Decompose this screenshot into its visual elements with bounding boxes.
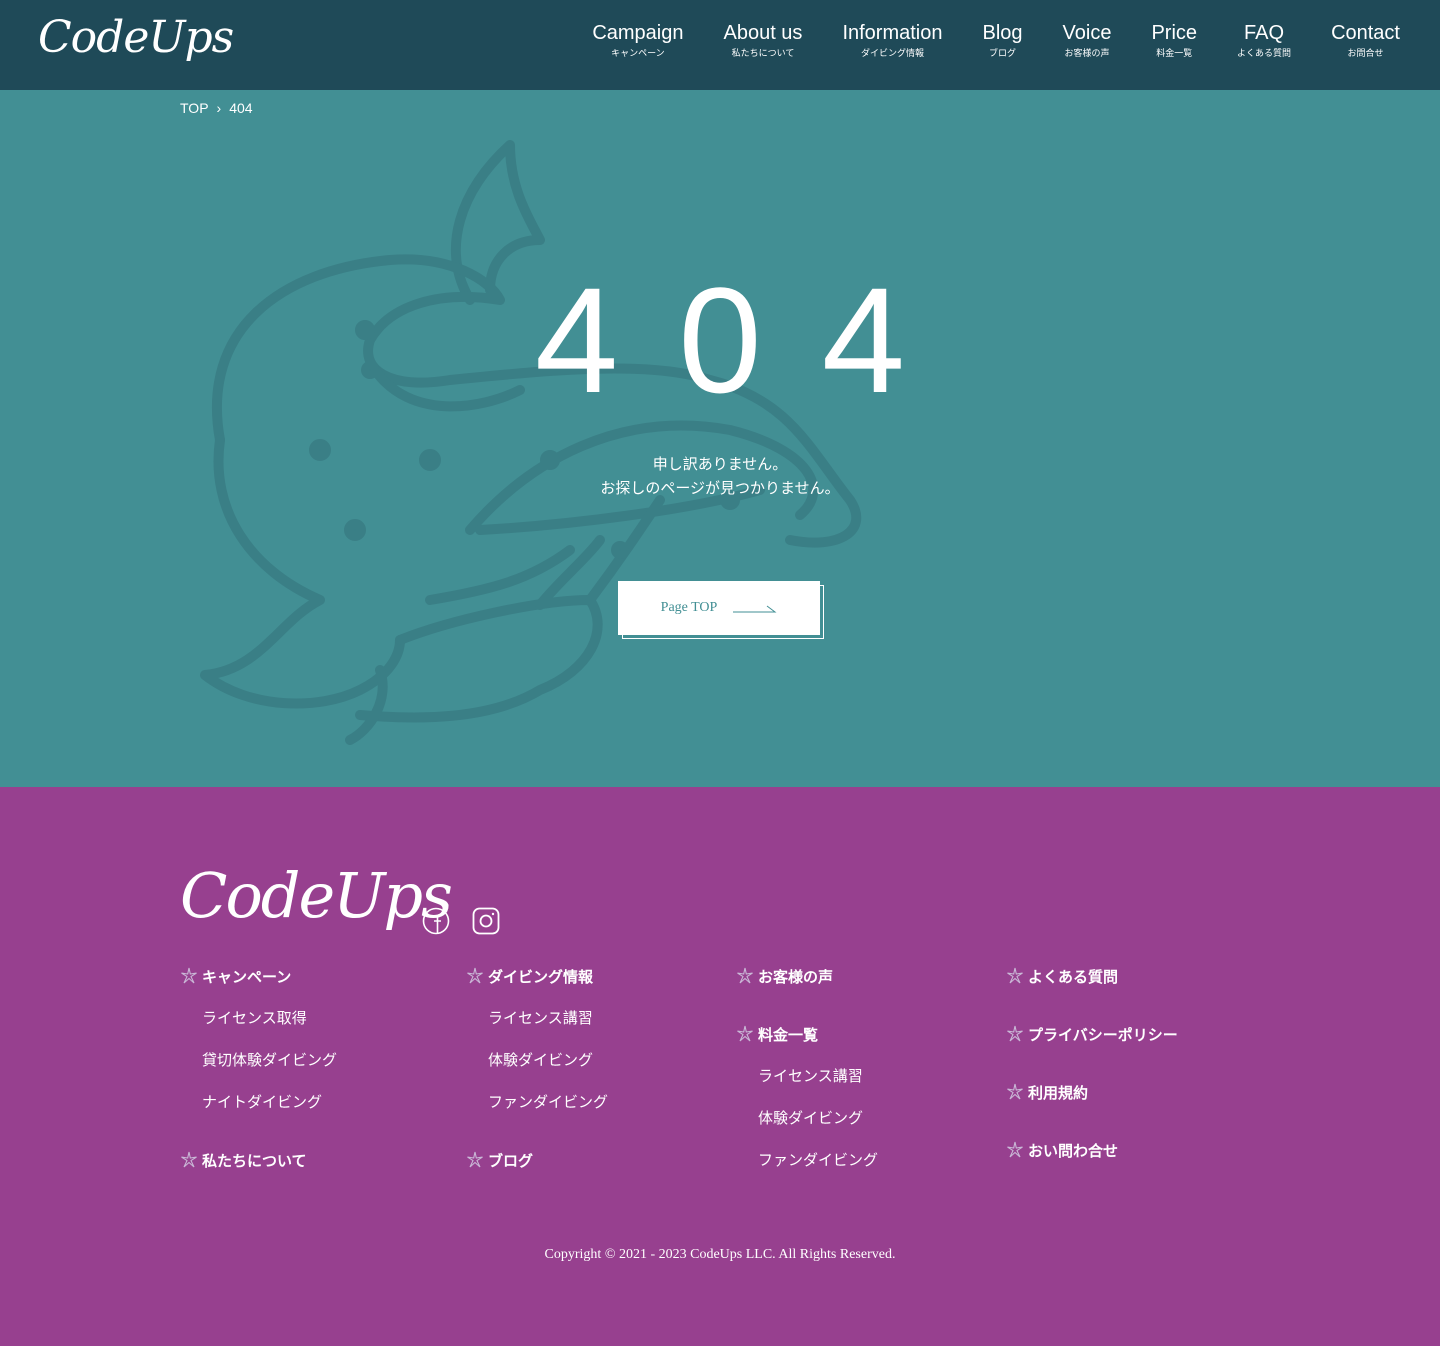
breadcrumb: TOP › 404	[180, 100, 253, 116]
footer-heading: 私たちについて	[202, 1151, 307, 1170]
nav-label-ja: お問合せ	[1347, 49, 1384, 59]
footer-link-voice[interactable]: お客様の声	[736, 965, 878, 987]
footer-heading: プライバシーポリシー	[1028, 1025, 1178, 1044]
footer-heading: 料金一覧	[758, 1025, 819, 1044]
footer-sublink[interactable]: 貸切体験ダイビング	[180, 1049, 337, 1071]
footer-link-about[interactable]: 私たちについて	[180, 1149, 337, 1171]
starfish-icon	[181, 1151, 197, 1168]
footer-link-terms[interactable]: 利用規約	[1006, 1081, 1178, 1103]
starfish-icon	[1007, 1083, 1023, 1100]
error-message-line1: 申し訳ありません。	[652, 455, 788, 473]
nav-label-ja: キャンペーン	[611, 49, 665, 59]
whale-illustration	[200, 140, 862, 745]
starfish-icon	[737, 1025, 753, 1042]
site-footer: CodeUps キャンペーン ライセンス取得 貸切体験ダイビング ナイトダイビン…	[0, 787, 1440, 1346]
footer-sublink[interactable]: ファンダイビング	[466, 1091, 608, 1113]
page-top-button[interactable]: Page TOP	[618, 581, 820, 635]
footer-link-faq[interactable]: よくある質問	[1006, 965, 1178, 987]
footer-heading: ブログ	[488, 1151, 534, 1170]
nav-label-ja: 料金一覧	[1156, 49, 1193, 59]
footer-heading: ダイビング情報	[488, 967, 594, 986]
breadcrumb-separator: ›	[216, 100, 222, 116]
footer-col-3: お客様の声 料金一覧 ライセンス講習 体験ダイビング ファンダイビング	[736, 965, 878, 1191]
nav-label-ja: お客様の声	[1064, 49, 1110, 59]
nav-label-en: Blog	[982, 22, 1023, 44]
nav-label-en: Contact	[1331, 22, 1400, 44]
nav-label-ja: ダイビング情報	[860, 49, 924, 59]
footer-col-2: ダイビング情報 ライセンス講習 体験ダイビング ファンダイビング ブログ	[466, 965, 608, 1191]
footer-link-campaign[interactable]: キャンペーン	[180, 965, 337, 987]
nav-label-en: Information	[842, 22, 943, 44]
footer-sublink[interactable]: ナイトダイビング	[180, 1091, 337, 1113]
site-header: CodeUps Campaign キャンペーン About us 私たちについて…	[0, 0, 1440, 90]
sns-links	[422, 907, 500, 935]
page-top-button-wrap: Page TOP	[618, 581, 824, 639]
nav-item-campaign[interactable]: Campaign キャンペーン	[572, 20, 703, 62]
starfish-icon	[181, 967, 197, 984]
starfish-icon	[737, 967, 753, 984]
nav-item-about[interactable]: About us 私たちについて	[703, 20, 822, 62]
nav-label-en: About us	[723, 22, 803, 44]
instagram-icon[interactable]	[472, 907, 500, 935]
global-nav: Campaign キャンペーン About us 私たちについて Informa…	[572, 20, 1400, 62]
footer-sublink[interactable]: 体験ダイビング	[736, 1107, 878, 1129]
nav-label-en: FAQ	[1244, 22, 1285, 44]
starfish-icon	[1007, 1141, 1023, 1158]
nav-label-en: Price	[1151, 22, 1198, 44]
footer-heading: 利用規約	[1028, 1083, 1089, 1102]
breadcrumb-current: 404	[229, 100, 253, 116]
nav-label-ja: 私たちについて	[731, 49, 795, 59]
starfish-icon	[1007, 1025, 1023, 1042]
starfish-icon	[1007, 967, 1023, 984]
footer-heading: キャンペーン	[202, 967, 292, 986]
page-top-button-label: Page TOP	[660, 600, 718, 615]
breadcrumb-home[interactable]: TOP	[180, 100, 209, 116]
nav-label-ja: よくある質問	[1237, 49, 1292, 59]
nav-label-en: Voice	[1062, 22, 1112, 44]
footer-col-4: よくある質問 プライバシーポリシー 利用規約 おい問わ合せ	[1006, 965, 1178, 1181]
nav-item-voice[interactable]: Voice お客様の声	[1043, 20, 1132, 62]
footer-link-contact[interactable]: おい問わ合せ	[1006, 1139, 1178, 1161]
arrow-right-icon	[733, 605, 777, 613]
nav-item-price[interactable]: Price 料金一覧	[1131, 20, 1217, 62]
footer-sublink[interactable]: ファンダイビング	[736, 1149, 878, 1171]
footer-sublink[interactable]: ライセンス講習	[466, 1007, 608, 1029]
nav-item-contact[interactable]: Contact お問合せ	[1311, 20, 1400, 62]
error-message-line2: お探しのページが見つかりません。	[600, 479, 840, 497]
footer-logo[interactable]: CodeUps	[180, 859, 453, 932]
footer-link-privacy[interactable]: プライバシーポリシー	[1006, 1023, 1178, 1045]
footer-link-price[interactable]: 料金一覧	[736, 1023, 878, 1045]
nav-item-faq[interactable]: FAQ よくある質問	[1217, 20, 1311, 62]
nav-label-ja: ブログ	[989, 49, 1017, 59]
footer-col-1: キャンペーン ライセンス取得 貸切体験ダイビング ナイトダイビング 私たちについ…	[180, 965, 337, 1191]
facebook-icon[interactable]	[422, 907, 450, 935]
footer-sublink[interactable]: 体験ダイビング	[466, 1049, 608, 1071]
starfish-icon	[467, 1151, 483, 1168]
nav-item-blog[interactable]: Blog ブログ	[963, 20, 1043, 62]
footer-heading: お客様の声	[758, 967, 834, 986]
footer-link-information[interactable]: ダイビング情報	[466, 965, 608, 987]
nav-item-information[interactable]: Information ダイビング情報	[822, 20, 962, 62]
starfish-icon	[467, 967, 483, 984]
footer-sublink[interactable]: ライセンス講習	[736, 1065, 878, 1087]
error-message: 申し訳ありません。 お探しのページが見つかりません。	[0, 452, 1440, 500]
footer-heading: よくある質問	[1028, 967, 1119, 986]
nav-label-en: Campaign	[592, 22, 684, 44]
site-logo[interactable]: CodeUps	[38, 12, 234, 63]
footer-sublink[interactable]: ライセンス取得	[180, 1007, 337, 1029]
error-code: 404	[534, 256, 966, 424]
footer-heading: おい問わ合せ	[1028, 1141, 1119, 1160]
error-section: TOP › 404 404 申し訳ありません。 お探しのページが見つかりません。…	[0, 90, 1440, 787]
copyright: Copyright © 2021 - 2023 CodeUps LLC. All…	[544, 1247, 896, 1262]
footer-link-blog[interactable]: ブログ	[466, 1149, 608, 1171]
